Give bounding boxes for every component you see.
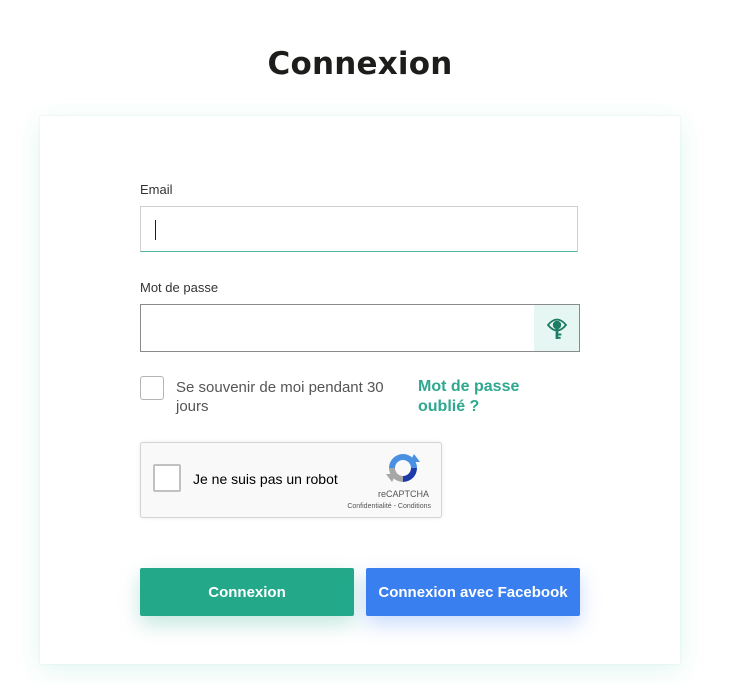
recaptcha-brand: reCAPTCHA [377, 489, 429, 499]
facebook-login-button[interactable]: Connexion avec Facebook [366, 568, 580, 616]
show-password-button[interactable] [534, 305, 579, 351]
recaptcha-widget: Je ne suis pas un robot reCAPTCHA Confid… [140, 442, 442, 518]
remember-me-label[interactable]: Se souvenir de moi pendant 30 jours [176, 378, 406, 416]
login-card: Email Mot de passe Se souvenir de moi pe… [40, 116, 680, 664]
recaptcha-label: Je ne suis pas un robot [193, 471, 338, 487]
email-field[interactable] [140, 206, 578, 252]
login-button[interactable]: Connexion [140, 568, 354, 616]
key-eye-icon [546, 318, 567, 339]
recaptcha-logo-icon [386, 454, 420, 482]
forgot-password-link[interactable]: Mot de passe oublié ? [418, 377, 558, 417]
password-label: Mot de passe [140, 280, 219, 295]
text-caret [155, 220, 156, 240]
password-field[interactable] [140, 304, 580, 352]
email-label: Email [140, 182, 173, 197]
recaptcha-checkbox[interactable] [153, 464, 181, 492]
recaptcha-links[interactable]: Confidentialité - Conditions [347, 503, 431, 510]
remember-me-checkbox[interactable] [140, 376, 164, 400]
page-title: Connexion [267, 46, 453, 82]
